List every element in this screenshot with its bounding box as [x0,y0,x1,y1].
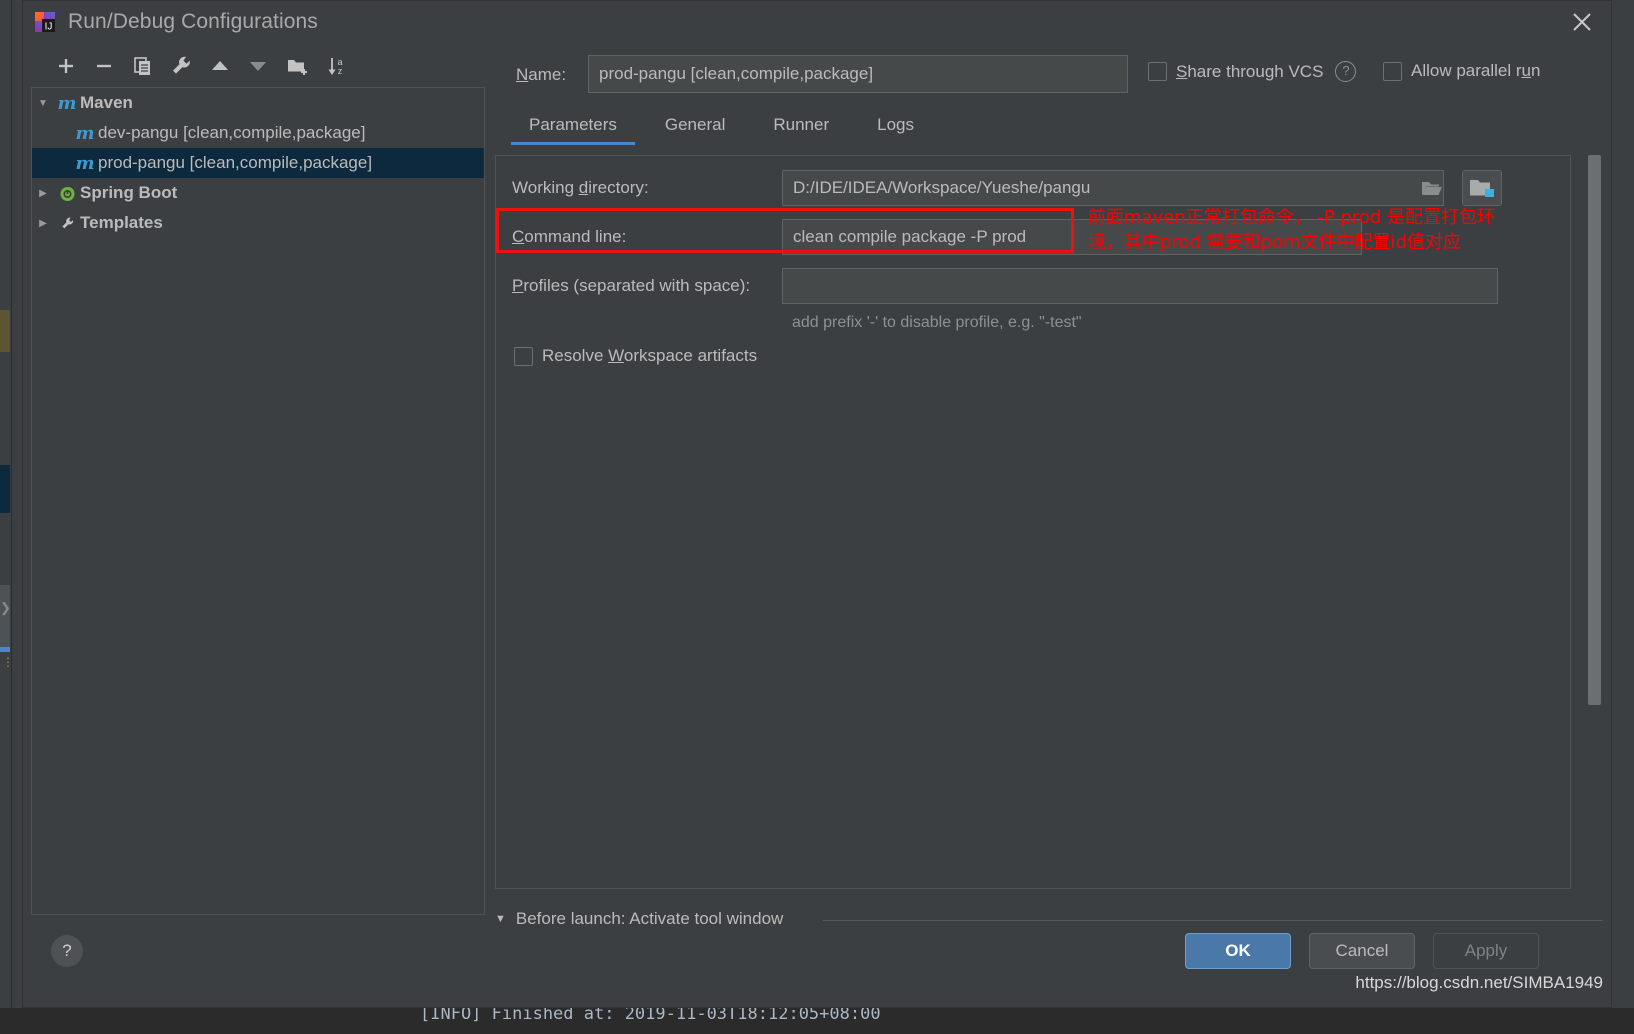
dialog-titlebar: IJ Run/Debug Configurations [23,1,1611,45]
editor-selection-highlight [0,465,10,513]
console-output-bar: [INFO] Finished at: 2019-11-03T18:12:05+… [0,1008,1634,1034]
remove-configuration-button[interactable] [89,51,119,81]
name-label-rest: ame: [528,65,567,84]
panel-scrollbar-thumb[interactable] [1588,155,1601,705]
apply-button: Apply [1433,933,1539,969]
use-module-directory-button[interactable] [1462,170,1502,206]
spring-boot-icon [54,183,80,204]
tree-item-spring-boot[interactable]: ▶ Spring Boot [32,178,484,208]
share-through-vcs-row: Share through VCS ? [1148,61,1357,82]
backdrop-divider-left [11,0,12,1034]
configurations-toolbar: a z [29,45,487,87]
edit-templates-button[interactable] [166,51,196,81]
chevron-right-icon[interactable]: ▶ [32,218,54,229]
intellij-idea-logo-icon: IJ [33,10,57,34]
tree-item-label: Templates [80,213,163,232]
command-line-label: Command line: [512,227,627,246]
configurations-pane: a z ▼ m Maven m dev-pangu [clean,compile… [29,45,487,915]
resolve-workspace-artifacts-checkbox[interactable] [514,346,533,366]
tree-item-label: Spring Boot [80,183,178,202]
before-launch-label: Before launch: Activate tool window [515,909,784,928]
tab-general[interactable]: General [641,109,749,145]
share-through-vcs-checkbox[interactable] [1148,62,1167,81]
annotation-line-1: 前面maven正常打包命令， -P prod 是配置打包环 [1088,207,1496,228]
move-into-folder-button[interactable] [282,51,312,81]
tree-item-maven[interactable]: ▼ m Maven [32,88,484,118]
configurations-tree[interactable]: ▼ m Maven m dev-pangu [clean,compile,pac… [31,87,485,915]
working-directory-input[interactable]: D:/IDE/IDEA/Workspace/Yueshe/pangu [782,170,1444,206]
close-icon[interactable] [1567,7,1597,37]
watermark-text: https://blog.csdn.net/SIMBA1949 [1355,973,1603,992]
allow-parallel-run-row: Allow parallel run [1383,61,1540,81]
folder-open-icon[interactable] [1421,179,1443,203]
tree-item-dev-pangu[interactable]: m dev-pangu [clean,compile,package] [32,118,484,148]
tree-item-prod-pangu[interactable]: m prod-pangu [clean,compile,package] [32,148,484,178]
dialog-title: Run/Debug Configurations [68,10,318,33]
tool-window-tab [0,585,10,647]
move-up-button[interactable] [205,51,235,81]
tab-logs[interactable]: Logs [853,109,938,145]
breakpoint-dots-icon: ⋮ [2,655,14,669]
resolve-workspace-artifacts-label: Resolve Workspace artifacts [542,346,758,365]
copy-configuration-button[interactable] [127,51,157,81]
name-input[interactable]: prod-pangu [clean,compile,package] [588,55,1128,93]
maven-m-icon: m [75,122,95,144]
name-label-mnemonic: N [516,65,529,84]
panel-scrollbar[interactable] [1588,155,1601,705]
resolve-workspace-artifacts-row: Resolve Workspace artifacts [514,346,757,366]
tree-item-label: prod-pangu [clean,compile,package] [98,153,373,172]
tool-window-tab-underline [0,647,10,652]
profiles-row: Profiles (separated with space): [496,268,1570,308]
working-directory-label: Working directory: [512,178,649,197]
tab-runner[interactable]: Runner [749,109,853,145]
tree-item-label: Maven [80,93,133,112]
working-directory-row: Working directory: D:/IDE/IDEA/Workspace… [496,170,1570,210]
cancel-button[interactable]: Cancel [1309,933,1415,969]
share-through-vcs-label: Share through VCS [1176,61,1324,81]
help-button[interactable]: ? [51,935,83,967]
wrench-icon [54,213,80,234]
maven-m-icon: m [57,92,77,114]
sort-configurations-button[interactable]: a z [321,51,351,81]
tab-parameters[interactable]: Parameters [505,109,641,145]
allow-parallel-run-checkbox[interactable] [1383,61,1402,81]
allow-parallel-run-label: Allow parallel run [1411,61,1541,80]
annotation-text: 前面maven正常打包命令， -P prod 是配置打包环 境，其中prod 需… [1088,205,1548,255]
chevron-down-icon[interactable]: ▼ [32,98,54,109]
profiles-input[interactable] [782,268,1498,304]
annotation-line-2: 境，其中prod 需要和pom文件中配置id值对应 [1088,232,1461,253]
name-label: Name: [516,65,566,85]
add-configuration-button[interactable] [51,51,81,81]
editor-gutter-highlight [0,310,10,352]
run-debug-configurations-dialog: IJ Run/Debug Configurations a z ▼ m Mave… [22,0,1612,1008]
svg-text:z: z [338,66,343,76]
chevron-right-icon: ❯ [0,600,11,615]
parameters-panel: Working directory: D:/IDE/IDEA/Workspace… [495,155,1571,889]
tree-item-templates[interactable]: ▶ Templates [32,208,484,238]
editor-tabs: Parameters General Runner Logs [505,109,938,145]
configuration-editor-pane: Name: prod-pangu [clean,compile,package]… [493,45,1607,915]
svg-text:IJ: IJ [45,22,53,33]
chevron-right-icon[interactable]: ▶ [32,188,54,199]
question-mark-icon[interactable]: ? [1335,61,1357,82]
profiles-label: Profiles (separated with space): [512,276,751,295]
console-output-line: [INFO] Finished at: 2019-11-03T18:12:05+… [420,1008,881,1024]
before-launch-divider [823,920,1603,921]
chevron-down-icon[interactable]: ▼ [495,913,506,925]
before-launch-section[interactable]: ▼ Before launch: Activate tool window [495,909,783,929]
profiles-hint-text: add prefix '-' to disable profile, e.g. … [792,314,1082,331]
tree-item-label: dev-pangu [clean,compile,package] [98,123,366,142]
move-down-button[interactable] [243,51,273,81]
ok-button[interactable]: OK [1185,933,1291,969]
name-row: Name: prod-pangu [clean,compile,package]… [493,55,1607,97]
maven-m-icon: m [75,152,95,174]
